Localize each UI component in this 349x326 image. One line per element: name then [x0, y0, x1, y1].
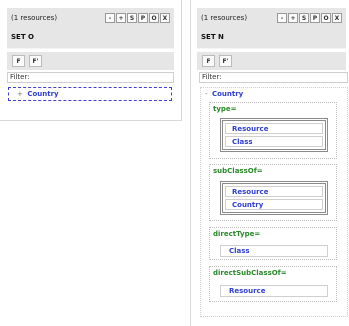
p-button[interactable]: P — [138, 13, 148, 23]
filter-field[interactable]: Filter: — [7, 72, 174, 83]
s-button[interactable]: S — [127, 13, 137, 23]
o-button[interactable]: O — [149, 13, 159, 23]
filter-label: Filter: — [202, 73, 222, 81]
resource-count: (1 resources) — [201, 14, 248, 22]
resource-link[interactable]: Resource — [225, 186, 323, 197]
set-n-title-bar: SET N — [197, 30, 346, 49]
resource-count: (1 resources) — [11, 14, 58, 22]
property-label: directSubClassOf= — [213, 269, 287, 277]
property-subclassof: subClassOf= Resource Country — [209, 164, 337, 221]
toolbar-buttons: - + S P O X — [105, 13, 170, 23]
expand-button[interactable]: + — [288, 13, 298, 23]
country-link[interactable]: Country — [27, 90, 58, 98]
set-title: SET N — [201, 33, 224, 41]
filter-field[interactable]: Filter: — [199, 72, 348, 83]
f-button[interactable]: F — [202, 55, 215, 67]
p-button[interactable]: P — [310, 13, 320, 23]
value-box: Resource Class — [220, 118, 328, 152]
f-prime-button[interactable]: F' — [29, 55, 42, 67]
class-link[interactable]: Class — [220, 245, 328, 257]
collapse-toggle[interactable]: - — [205, 90, 208, 98]
collapse-button[interactable]: - — [277, 13, 287, 23]
property-type: type= Resource Class — [209, 102, 337, 159]
expand-toggle[interactable]: + — [17, 90, 23, 98]
set-o-panel: (1 resources) - + S P O X SET O F F' Fil… — [0, 0, 182, 121]
property-directtype: directType= Class — [209, 227, 337, 260]
set-o-title-bar: SET O — [7, 30, 174, 49]
value-box: Resource Country — [220, 181, 328, 215]
toolbar-buttons: - + S P O X — [277, 13, 342, 23]
resource-link[interactable]: Resource — [220, 285, 328, 297]
expand-button[interactable]: + — [116, 13, 126, 23]
property-label: directType= — [213, 230, 261, 238]
collapse-button[interactable]: - — [105, 13, 115, 23]
o-button[interactable]: O — [321, 13, 331, 23]
close-button[interactable]: X — [160, 13, 170, 23]
f-button[interactable]: F — [12, 55, 25, 67]
set-n-panel: (1 resources) - + S P O X SET N F F' Fil… — [190, 0, 349, 326]
set-title: SET O — [11, 33, 34, 41]
set-o-f-bar: F F' — [7, 52, 174, 70]
property-directsubclassof: directSubClassOf= Resource — [209, 266, 337, 302]
set-o-toolbar: (1 resources) - + S P O X — [7, 8, 174, 30]
property-label: subClassOf= — [213, 167, 263, 175]
s-button[interactable]: S — [299, 13, 309, 23]
property-label: type= — [213, 105, 237, 113]
country-link[interactable]: Country — [225, 199, 323, 210]
set-n-f-bar: F F' — [197, 52, 346, 70]
close-button[interactable]: X — [332, 13, 342, 23]
filter-label: Filter: — [10, 73, 30, 81]
country-link[interactable]: Country — [212, 90, 243, 98]
country-tree-node[interactable]: + Country — [8, 87, 172, 101]
f-prime-button[interactable]: F' — [219, 55, 232, 67]
set-n-toolbar: (1 resources) - + S P O X — [197, 8, 346, 30]
class-link[interactable]: Class — [225, 136, 323, 147]
resource-link[interactable]: Resource — [225, 123, 323, 134]
